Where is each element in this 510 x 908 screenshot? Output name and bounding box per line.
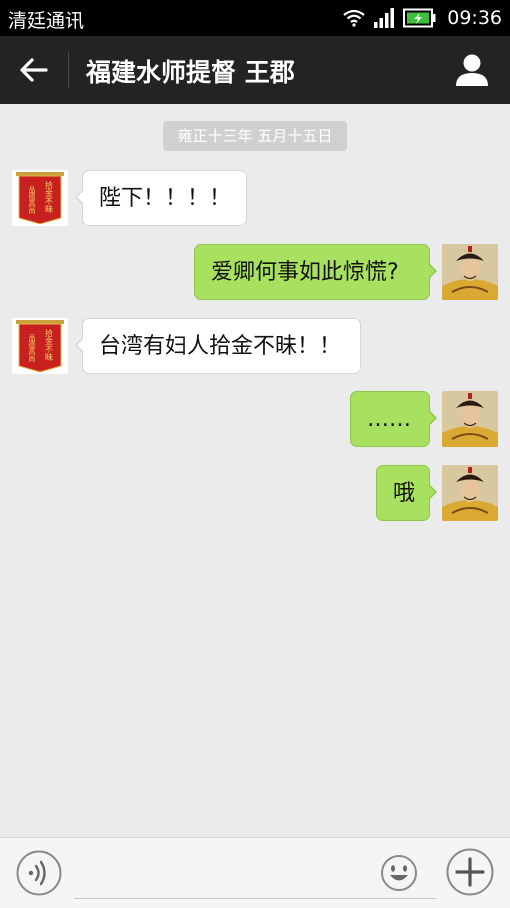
battery-charging-icon — [403, 8, 436, 28]
back-arrow-icon[interactable] — [16, 52, 52, 88]
message-text: 陛下！！！！ — [99, 186, 232, 211]
banner-text-right: 拾金不昧 — [45, 328, 54, 362]
nav-bar: 福建水师提督 王郡 — [0, 36, 510, 104]
status-icons: 09:36 — [343, 6, 502, 30]
emperor-portrait-icon — [442, 244, 498, 300]
wifi-icon — [343, 9, 365, 27]
banner-avatar-icon: 拾金不昧 品德高尚 — [12, 318, 68, 374]
status-bar: 清廷通讯 09:36 — [0, 0, 510, 36]
signal-icon — [374, 8, 395, 28]
voice-icon[interactable] — [16, 850, 62, 896]
carrier-name: 清廷通讯 — [8, 10, 85, 32]
profile-icon[interactable] — [454, 52, 490, 88]
chat-timestamp: 雍正十三年 五月十五日 — [163, 121, 347, 151]
self-avatar[interactable] — [442, 244, 498, 300]
self-avatar[interactable] — [442, 465, 498, 521]
emperor-portrait-icon — [442, 465, 498, 521]
banner-text-right: 拾金不昧 — [45, 180, 54, 214]
message-text: 台湾有妇人拾金不昧！！ — [99, 334, 342, 359]
message-bubble[interactable]: …… — [350, 391, 437, 447]
banner-text-left: 品德高尚 — [28, 186, 36, 215]
message-text: …… — [367, 407, 411, 432]
self-avatar[interactable] — [442, 391, 498, 447]
message-bubble[interactable]: 爱卿何事如此惊慌? — [194, 244, 437, 300]
message-bubble[interactable]: 陛下！！！！ — [75, 170, 247, 226]
message-text: 爱卿何事如此惊慌? — [211, 260, 399, 285]
clock: 09:36 — [447, 7, 502, 29]
chat-title: 福建水师提督 王郡 — [86, 58, 295, 87]
message-bubble[interactable]: 哦 — [376, 465, 437, 521]
input-bar — [0, 837, 510, 908]
message-text: 哦 — [393, 481, 416, 506]
sender-avatar[interactable]: 拾金不昧 品德高尚 — [12, 318, 68, 374]
emperor-portrait-icon — [442, 391, 498, 447]
emoji-icon[interactable] — [380, 854, 418, 892]
plus-icon[interactable] — [446, 848, 494, 896]
nav-divider — [68, 52, 69, 88]
banner-text-left: 品德高尚 — [28, 334, 36, 363]
chat-area[interactable]: 雍正十三年 五月十五日 拾金不昧 品德高尚 陛下！！！！ 爱卿何事如此惊慌? 拾… — [0, 104, 510, 837]
banner-avatar-icon: 拾金不昧 品德高尚 — [12, 170, 68, 226]
message-bubble[interactable]: 台湾有妇人拾金不昧！！ — [75, 318, 361, 374]
sender-avatar[interactable]: 拾金不昧 品德高尚 — [12, 170, 68, 226]
